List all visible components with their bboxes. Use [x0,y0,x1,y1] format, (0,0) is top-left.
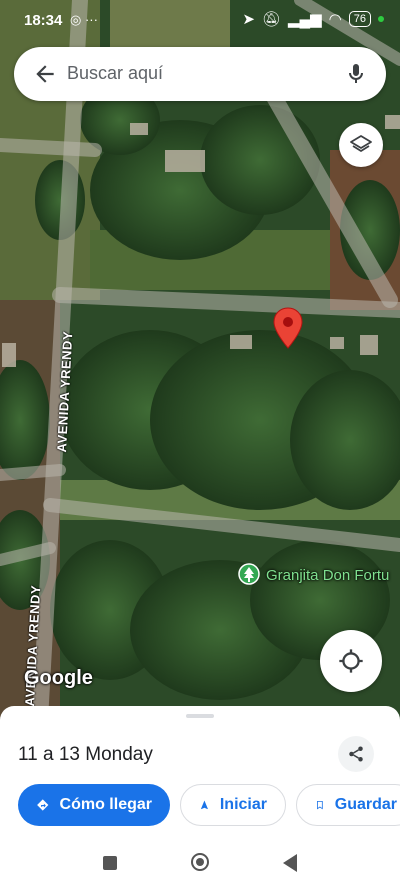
back-arrow-icon[interactable] [32,61,58,87]
map-pin-icon[interactable] [272,307,304,349]
signal-icon: ▂▄▆ [287,11,322,28]
more-icon: ··· [84,12,98,27]
my-location-button[interactable] [320,630,382,692]
recents-icon[interactable] [103,856,117,870]
share-icon [349,746,363,762]
directions-icon [37,799,49,811]
crosshair-icon [339,649,363,673]
save-label: Guardar [334,796,397,813]
battery-icon: 76 [348,11,371,27]
instagram-icon: ◎ [70,12,82,27]
layers-icon [350,135,372,152]
poi-label[interactable]: Granjita Don Fortu [266,567,389,584]
share-button[interactable] [338,736,374,772]
action-chips: Cómo llegar Iniciar Guardar [18,784,400,826]
mic-icon[interactable] [344,61,368,87]
wifi-icon: ◠ [328,11,342,28]
drag-handle[interactable] [186,714,214,718]
navigation-arrow-icon [201,800,208,810]
location-arrow-icon: ➤ [242,11,255,28]
system-nav-bar [0,838,400,889]
start-label: Iniciar [219,796,267,813]
directions-label: Cómo llegar [59,796,152,813]
mute-icon: 🔕︎ [261,11,281,28]
search-bar[interactable]: Buscar aquí [14,47,386,101]
status-dot-icon [378,16,384,22]
directions-button[interactable]: Cómo llegar [18,784,170,826]
google-logo: Google [24,667,93,689]
bookmark-icon [317,800,323,810]
status-time: 18:34 [24,12,63,29]
start-button[interactable]: Iniciar [180,784,286,826]
poi-marker[interactable]: Granjita Don Fortu [238,563,389,587]
home-icon[interactable] [191,853,209,871]
status-bar: 18:34 ◎ ··· ➤ 🔕︎ ▂▄▆ ◠ 76 [0,0,400,40]
save-button[interactable]: Guardar [296,784,400,826]
search-input[interactable]: Buscar aquí [67,63,163,84]
layers-button[interactable] [339,123,383,167]
back-icon[interactable] [283,854,297,872]
tree-icon [238,563,260,585]
place-title: 11 a 13 Monday [18,744,153,765]
